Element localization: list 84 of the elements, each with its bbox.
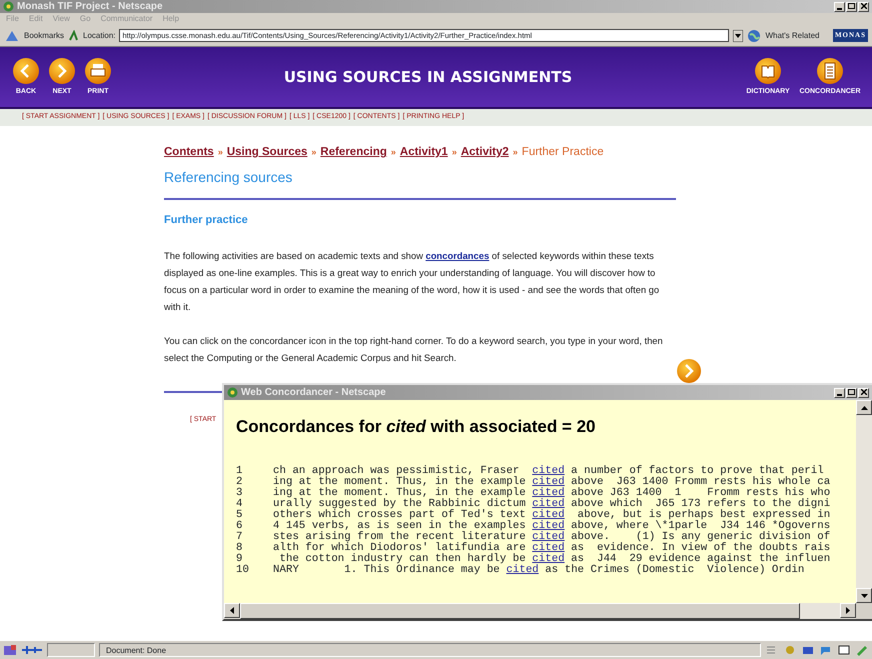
concordance-line: NARY 1. This Ordinance may be cited as the Crimes (Domestic Violence) Ordin: [273, 564, 804, 576]
dropdown-icon[interactable]: [733, 30, 744, 42]
concordance-line: others which crosses part of Ted's text cited above, but is perhaps best expressed in: [273, 510, 830, 520]
maximize-button[interactable]: [846, 388, 857, 398]
concordance-line: ing at the moment. Thus, in the example cited above J63 1400 Fromm rests his whole ca: [273, 476, 830, 488]
netscape-icon: [227, 387, 238, 398]
keyword-link[interactable]: cited: [532, 520, 565, 532]
status-text: Document: Done: [99, 643, 761, 657]
composer-icon[interactable]: [837, 644, 851, 656]
vertical-scrollbar[interactable]: [856, 400, 872, 603]
breadcrumb-link[interactable]: Referencing: [320, 144, 387, 162]
line-number: 1: [236, 466, 244, 476]
maximize-icon: [848, 3, 855, 9]
line-number: 5: [236, 510, 244, 520]
down-arrow-icon: [860, 594, 868, 598]
keyword-link[interactable]: cited: [532, 552, 565, 564]
bookmarks-button[interactable]: Bookmarks: [24, 30, 64, 42]
breadcrumb-separator: »: [218, 146, 223, 159]
line-number: 9: [236, 554, 244, 564]
netscape-icon: [3, 1, 14, 12]
breadcrumb-link[interactable]: Contents: [164, 144, 214, 162]
minimize-icon: [837, 8, 842, 10]
concordance-line: alth for which Diodoros' latifundia are cited as evidence. In view of the doubts rais: [273, 542, 830, 554]
keyword-link[interactable]: cited: [532, 476, 565, 488]
concordance-line: urally suggested by the Rabbinic dictum cited above which J65 173 refers to the digni: [273, 498, 830, 510]
mail-icon[interactable]: [801, 644, 815, 656]
line-number: 2: [236, 476, 244, 488]
breadcrumb-separator: »: [390, 146, 396, 159]
close-button[interactable]: [858, 2, 869, 12]
paragraph: The following activities are based on academic texts and show concordances of selected keywords within these texts displayed as one-line examples. This is a great way to enrich your understanding of language. You will discover how to focus on a particular word in order to examine the meaning of the word, how it is used - and see the words that often go with it.: [164, 249, 660, 314]
keyword-link[interactable]: cited: [532, 486, 565, 498]
breadcrumb-current: Further Practice: [522, 145, 604, 160]
document-icon: [816, 56, 844, 85]
security-icon: [3, 644, 17, 656]
horizontal-scrollbar[interactable]: [224, 603, 856, 619]
keyword-link[interactable]: cited: [532, 530, 565, 542]
left-arrow-icon: [230, 607, 234, 614]
subheading: Further practice: [164, 214, 249, 228]
line-number: 7: [236, 532, 244, 542]
keyword-link[interactable]: cited: [532, 542, 565, 554]
close-icon: [860, 389, 866, 395]
minimize-icon: [837, 394, 842, 396]
line-number: 4: [236, 498, 244, 510]
concordance-line: the cotton industry can then hardly be cited as J44 29 evidence against the influen: [278, 554, 830, 564]
concordance-line: stes arising from the recent literature cited above. (1) Is any generic division of: [273, 532, 830, 542]
line-number: 6: [236, 520, 244, 532]
keyword-link[interactable]: cited: [506, 564, 539, 576]
right-arrow-icon: [846, 607, 850, 614]
keyword-link[interactable]: cited: [532, 498, 565, 510]
keyword-link[interactable]: cited: [532, 464, 565, 476]
concordance-line: ch an approach was pessimistic, Fraser cited a number of factors to prove that peril: [273, 466, 824, 476]
connection-icon: [21, 644, 43, 656]
breadcrumb-separator: »: [311, 146, 316, 159]
concordance-heading: Concordances for cited with associated = 20: [236, 416, 596, 438]
concordance-line: ing at the moment. Thus, in the example cited above J63 1400 1 Fromm rests his who: [273, 488, 830, 498]
window-title: Monash TIF Project - Netscape: [17, 2, 163, 12]
page-title: USING SOURCES IN ASSIGNMENTS: [282, 66, 574, 88]
breadcrumb-link[interactable]: Activity2: [460, 144, 509, 162]
book-icon: [754, 56, 782, 85]
breadcrumb-link[interactable]: Activity1: [400, 144, 448, 162]
paragraph: You can click on the concordancer icon in the top right-hand corner. To do a keyword search, you type in your word, then select the Computing or the General Academic Corpus and hit Search.: [164, 334, 664, 366]
close-icon: [860, 3, 866, 9]
concordances-link[interactable]: concordances: [426, 250, 490, 262]
keyword-link[interactable]: cited: [532, 508, 565, 520]
maximize-icon: [848, 389, 855, 395]
line-number: 8: [236, 542, 244, 554]
minimize-button[interactable]: [834, 2, 845, 12]
line-number: 10: [236, 564, 250, 576]
status-pane: [47, 643, 95, 657]
printer-icon: [84, 56, 112, 85]
breadcrumb-link[interactable]: Using Sources: [226, 144, 308, 162]
location-label: Location:: [83, 30, 116, 42]
close-button[interactable]: [858, 388, 869, 398]
line-number: 3: [236, 488, 244, 498]
whats-related-button[interactable]: What's Related: [765, 30, 820, 42]
maximize-button[interactable]: [846, 2, 857, 12]
window-title: Web Concordancer - Netscape: [241, 388, 386, 398]
breadcrumb-separator: »: [452, 146, 457, 159]
minimize-button[interactable]: [834, 388, 845, 398]
up-arrow-icon: [860, 406, 868, 410]
bookmark-icon[interactable]: [4, 28, 20, 42]
breadcrumb-separator: »: [512, 146, 518, 159]
concordance-line: 4 145 verbs, as is seen in the examples cited above, where \*1parle J34 146 *Ogoverns: [273, 520, 830, 532]
section-heading: Referencing sources: [164, 169, 294, 186]
